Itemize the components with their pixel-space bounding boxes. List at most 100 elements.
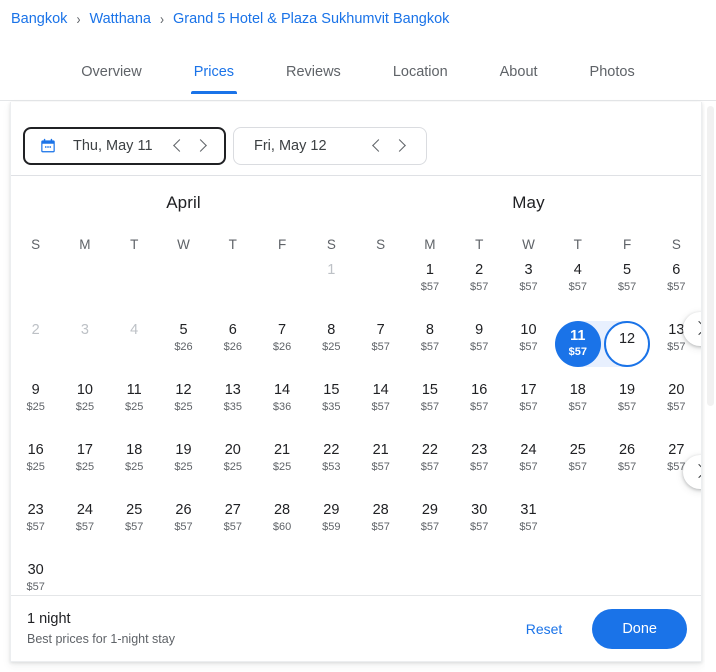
calendar-day-april-28[interactable]: 28 $60 (257, 501, 306, 552)
calendar-day-april-18[interactable]: 18 $25 (110, 441, 159, 492)
calendar-day-may-26[interactable]: 26 $57 (602, 441, 651, 492)
calendar-day-may-19[interactable]: 19 $57 (602, 381, 651, 432)
calendar-day-number: 8 (327, 322, 336, 338)
calendar-day-april-19[interactable]: 19 $25 (159, 441, 208, 492)
calendar-day-may-23[interactable]: 23 $57 (455, 441, 504, 492)
tab-photos[interactable]: Photos (590, 49, 635, 80)
calendar-day-may-9[interactable]: 9 $57 (455, 321, 504, 372)
breadcrumb-item-city[interactable]: Bangkok (11, 11, 67, 27)
calendar-day-number: 29 (421, 502, 438, 518)
calendar-day-april-27[interactable]: 27 $57 (208, 501, 257, 552)
calendar-day-april-29[interactable]: 29 $59 (307, 501, 356, 552)
calendar-day-april-12[interactable]: 12 $25 (159, 381, 208, 432)
calendar-day-may-8[interactable]: 8 $57 (405, 321, 454, 372)
check-in-prev-day-icon[interactable] (166, 134, 190, 158)
calendar-day-april-21[interactable]: 21 $25 (257, 441, 306, 492)
calendar-day-may-16[interactable]: 16 $57 (455, 381, 504, 432)
calendar-day-april-23[interactable]: 23 $57 (11, 501, 60, 552)
calendar-day-april-26[interactable]: 26 $57 (159, 501, 208, 552)
reset-button[interactable]: Reset (514, 613, 575, 645)
calendar-day-may-15[interactable]: 15 $57 (405, 381, 454, 432)
calendar-day-may-14[interactable]: 14 $57 (356, 381, 405, 432)
calendar-day-april-5[interactable]: 5 $26 (159, 321, 208, 372)
tab-prices[interactable]: Prices (190, 49, 238, 94)
calendar-day-may-20[interactable]: 20 $57 (652, 381, 701, 432)
calendar-day-may-1[interactable]: 1 $57 (405, 261, 454, 312)
calendar-day-april-7[interactable]: 7 $26 (257, 321, 306, 372)
calendar-day-may-5[interactable]: 5 $57 (602, 261, 651, 312)
check-out-steppers (365, 134, 413, 158)
breadcrumb-item-district[interactable]: Watthana (89, 11, 151, 27)
weekday-label: S (671, 237, 681, 252)
calendar-week-row: 23 $57 24 $57 25 $57 26 $57 27 $57 28 $60 29 $59 (11, 501, 356, 552)
calendar-day-number: 20 (224, 442, 241, 458)
check-in-date-field[interactable]: Thu, May 11 (23, 127, 226, 165)
calendar-day-may-11[interactable]: 11 $57 (553, 321, 605, 372)
calendar-day-may-7[interactable]: 7 $57 (356, 321, 405, 372)
tab-about[interactable]: About (500, 49, 538, 80)
check-out-prev-day-icon[interactable] (365, 134, 389, 158)
footer-actions: Reset Done (514, 608, 687, 649)
tab-bar: Overview Prices Reviews Location About P… (0, 49, 716, 101)
check-out-date-field[interactable]: Fri, May 12 (233, 127, 427, 165)
calendar-day-may-22[interactable]: 22 $57 (405, 441, 454, 492)
calendar-day-price: $57 (519, 401, 538, 413)
calendar-day-number: 21 (273, 442, 291, 458)
calendar-day-price: $57 (470, 281, 489, 293)
calendar-day-april-8[interactable]: 8 $25 (307, 321, 356, 372)
page-scrollbar-thumb[interactable] (707, 106, 714, 406)
calendar-day-may-6[interactable]: 6 $57 (652, 261, 701, 312)
calendar-day-april-11[interactable]: 11 $25 (110, 381, 159, 432)
tab-overview[interactable]: Overview (81, 49, 141, 80)
tab-location[interactable]: Location (393, 49, 448, 80)
done-button[interactable]: Done (592, 608, 687, 649)
calendar-day-april-22[interactable]: 22 $53 (307, 441, 356, 492)
calendar-day-may-28[interactable]: 28 $57 (356, 501, 405, 552)
calendar-day-empty (159, 261, 208, 312)
check-in-next-day-icon[interactable] (190, 134, 214, 158)
calendar-day-may-21[interactable]: 21 $57 (356, 441, 405, 492)
calendar-day-april-13[interactable]: 13 $35 (208, 381, 257, 432)
calendar-day-april-24[interactable]: 24 $57 (60, 501, 109, 552)
calendar-day-april-20[interactable]: 20 $25 (208, 441, 257, 492)
calendar-day-april-15[interactable]: 15 $35 (307, 381, 356, 432)
calendar-day-price: $57 (667, 401, 686, 413)
weekday-label: M (79, 237, 91, 252)
weekday-label: T (475, 237, 484, 252)
calendar-day-number: 26 (175, 502, 192, 518)
weekday-header: SMTWTFS (356, 237, 701, 252)
calendar-day-may-31[interactable]: 31 $57 (504, 501, 553, 552)
calendar-day-number: 27 (668, 442, 685, 458)
calendar-day-number: 24 (520, 442, 537, 458)
calendar-day-may-17[interactable]: 17 $57 (504, 381, 553, 432)
calendar-day-april-14[interactable]: 14 $36 (257, 381, 306, 432)
tab-reviews[interactable]: Reviews (286, 49, 341, 80)
calendar-day-april-3: 3 (60, 321, 109, 372)
calendar-day-april-9[interactable]: 9 $25 (11, 381, 60, 432)
calendar-day-may-24[interactable]: 24 $57 (504, 441, 553, 492)
check-out-next-day-icon[interactable] (389, 134, 413, 158)
calendar-day-price: $57 (667, 281, 686, 293)
calendar-day-may-29[interactable]: 29 $57 (405, 501, 454, 552)
calendar-day-price: $57 (174, 521, 193, 533)
calendar-day-may-2[interactable]: 2 $57 (455, 261, 504, 312)
calendar-day-may-10[interactable]: 10 $57 (504, 321, 553, 372)
calendar-day-april-10[interactable]: 10 $25 (60, 381, 109, 432)
calendar-day-may-18[interactable]: 18 $57 (553, 381, 602, 432)
calendar-day-number: 17 (76, 442, 93, 458)
calendar-day-april-1: 1 (307, 261, 356, 312)
breadcrumb-item-hotel[interactable]: Grand 5 Hotel & Plaza Sukhumvit Bangkok (173, 11, 449, 27)
calendar-day-may-3[interactable]: 3 $57 (504, 261, 553, 312)
weekday-label: W (522, 237, 535, 252)
calendar-day-april-6[interactable]: 6 $26 (208, 321, 257, 372)
calendar-day-may-4[interactable]: 4 $57 (553, 261, 602, 312)
calendar-day-april-17[interactable]: 17 $25 (60, 441, 109, 492)
calendar-day-may-30[interactable]: 30 $57 (455, 501, 504, 552)
calendar-day-number: 23 (471, 442, 488, 458)
calendar-day-april-25[interactable]: 25 $57 (110, 501, 159, 552)
calendar-day-price: $57 (568, 346, 587, 358)
calendar-day-may-25[interactable]: 25 $57 (553, 441, 602, 492)
page-scrollbar[interactable] (705, 102, 716, 672)
calendar-day-april-16[interactable]: 16 $25 (11, 441, 60, 492)
calendar-day-may-12[interactable]: 12 (600, 321, 651, 372)
